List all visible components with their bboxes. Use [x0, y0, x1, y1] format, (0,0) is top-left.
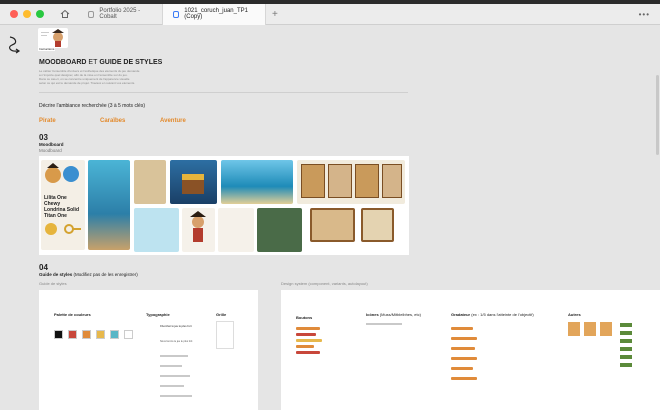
moodboard-title: Moodboard [39, 142, 64, 147]
design-system-label: Design system (component, variants, auto… [281, 281, 368, 286]
button-sample[interactable] [296, 345, 314, 348]
typo-line [160, 365, 182, 367]
moodboard-treasure-chest[interactable] [170, 160, 217, 204]
typo-line [160, 395, 192, 397]
gauge-sample [451, 327, 473, 330]
moodboard-game-poster[interactable] [88, 160, 130, 250]
keyword-aventure: Aventure [160, 118, 186, 124]
button-sample[interactable] [296, 327, 320, 330]
gauge-sample [451, 337, 477, 340]
figma-canvas[interactable]: Instructions MOODBOARD ET GUIDE DE STYLE… [0, 25, 660, 410]
avatar-label: Instructions [38, 47, 56, 51]
typo-sample-2: Nous ferons le jeu le plus fort [160, 340, 193, 343]
button-sample[interactable] [296, 351, 320, 354]
treasure-chest-icon [182, 174, 204, 194]
moodboard-parchment-panel[interactable] [361, 208, 394, 242]
section-number-03: 03 [39, 133, 48, 142]
gauge-sample [451, 347, 475, 350]
vertical-scrollbar[interactable] [656, 75, 659, 155]
other-asset[interactable] [620, 323, 632, 371]
window-titlebar: Portfolio 2025 - Cobalt 1021_coruch_juan… [0, 3, 660, 25]
pirate-character-icon [45, 163, 79, 183]
moodboard-font-card[interactable]: Lilita One Chewy Londrina Solid Titan On… [41, 160, 85, 250]
color-swatch[interactable] [82, 330, 91, 339]
tab-active-file[interactable]: 1021_coruch_juan_TP1 (Copy) [162, 3, 266, 25]
button-sample[interactable] [296, 333, 316, 336]
tab-label: Portfolio 2025 - Cobalt [99, 8, 141, 20]
icons-title: Icônes (Muss/Mitbleibhes, etc) [366, 312, 421, 317]
buttons-title: Boutons [296, 315, 313, 320]
styleguide-label: Guide de styles [39, 281, 67, 286]
pirate-icon [190, 211, 206, 242]
page-title: MOODBOARD ET GUIDE DE STYLES [39, 59, 163, 66]
button-sample[interactable] [296, 339, 322, 342]
other-asset[interactable] [584, 322, 596, 336]
minimize-window-button[interactable] [23, 10, 31, 18]
color-swatch[interactable] [54, 330, 63, 339]
icon-placeholder [366, 323, 402, 325]
maximize-window-button[interactable] [36, 10, 44, 18]
tab-label: 1021_coruch_juan_TP1 (Copy) [184, 8, 248, 20]
squiggle-arrow-icon [8, 36, 21, 54]
moodboard-ui-panels[interactable] [297, 160, 405, 204]
moodboard-island-scene[interactable] [221, 160, 293, 204]
tab-portfolio[interactable]: Portfolio 2025 - Cobalt [78, 4, 162, 25]
color-swatch[interactable] [68, 330, 77, 339]
section-number-04: 04 [39, 263, 48, 272]
file-icon [173, 10, 180, 18]
moodboard-subtitle: Moodboard [39, 148, 62, 153]
grid-title: Grille [216, 312, 227, 317]
styleguide-panel[interactable] [39, 290, 258, 410]
keyword-pirate: Pirate [39, 118, 56, 124]
moodboard-pirate-character[interactable] [182, 208, 215, 252]
others-title: Autres [568, 312, 581, 317]
color-swatch[interactable] [124, 330, 133, 339]
other-asset[interactable] [568, 322, 580, 336]
moodboard-frame[interactable]: Lilita One Chewy Londrina Solid Titan On… [39, 156, 409, 255]
keyword-caraibes: Caraïbes [100, 118, 126, 124]
moodboard-props[interactable] [218, 208, 254, 252]
gauge-sample [451, 357, 477, 360]
ambiance-question: Décrire l'ambiance recherchée (3 à 5 mot… [39, 103, 145, 109]
gauge-sample [451, 367, 473, 370]
more-dots-icon[interactable]: ••• [639, 10, 650, 19]
typo-sample-1: Chercher le jeu le plus fort [160, 325, 192, 328]
palette-title: Palette de couleurs [54, 312, 91, 317]
moodboard-treasure-map[interactable] [134, 160, 166, 204]
color-swatch[interactable] [96, 330, 105, 339]
home-icon[interactable] [58, 7, 72, 21]
grid-preview[interactable] [216, 321, 234, 349]
moodboard-pirate-boat[interactable] [134, 208, 179, 252]
moodboard-menu-ui[interactable] [257, 208, 302, 252]
file-icon [88, 10, 95, 18]
divider [39, 92, 408, 93]
intro-text: Le cahier l'ensemble d'univers et l'esth… [39, 69, 140, 85]
color-swatch[interactable] [110, 330, 119, 339]
typography-title: Typographie [146, 312, 170, 317]
gauge-sample [451, 377, 477, 380]
typo-line [160, 375, 190, 377]
typo-line [160, 355, 188, 357]
typo-line [160, 385, 184, 387]
close-window-button[interactable] [10, 10, 18, 18]
gradients-title: Gradateur (ex : 1/5 dans l'atteinte de l… [451, 312, 534, 317]
moodboard-wood-panel[interactable] [310, 208, 355, 242]
other-asset[interactable] [600, 322, 612, 336]
design-system-panel[interactable] [281, 290, 660, 410]
styleguide-title: Guide de styles (Modifiez pas de les enr… [39, 272, 138, 277]
coin-key-icon [45, 223, 81, 235]
new-tab-plus-icon[interactable]: + [272, 9, 278, 20]
